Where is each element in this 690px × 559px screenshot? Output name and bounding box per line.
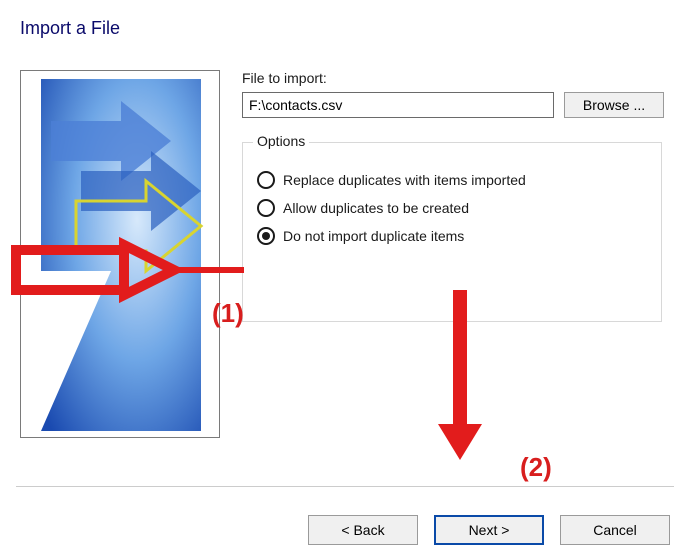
cancel-button[interactable]: Cancel	[560, 515, 670, 545]
radio-label: Replace duplicates with items imported	[283, 172, 526, 188]
radio-label: Allow duplicates to be created	[283, 200, 469, 216]
next-button[interactable]: Next >	[434, 515, 544, 545]
radio-icon	[257, 199, 275, 217]
file-path-input[interactable]	[242, 92, 554, 118]
options-group: Options Replace duplicates with items im…	[242, 142, 662, 322]
options-legend: Options	[253, 133, 309, 149]
wizard-image	[20, 70, 220, 438]
radio-label: Do not import duplicate items	[283, 228, 464, 244]
radio-do-not-import-duplicates[interactable]: Do not import duplicate items	[257, 227, 647, 245]
dialog-title: Import a File	[20, 18, 120, 39]
file-to-import-label: File to import:	[242, 70, 668, 86]
radio-replace-duplicates[interactable]: Replace duplicates with items imported	[257, 171, 647, 189]
radio-icon	[257, 227, 275, 245]
radio-icon	[257, 171, 275, 189]
separator	[16, 486, 674, 487]
radio-allow-duplicates[interactable]: Allow duplicates to be created	[257, 199, 647, 217]
back-button[interactable]: < Back	[308, 515, 418, 545]
browse-button[interactable]: Browse ...	[564, 92, 664, 118]
annotation-marker-2: (2)	[520, 452, 552, 483]
